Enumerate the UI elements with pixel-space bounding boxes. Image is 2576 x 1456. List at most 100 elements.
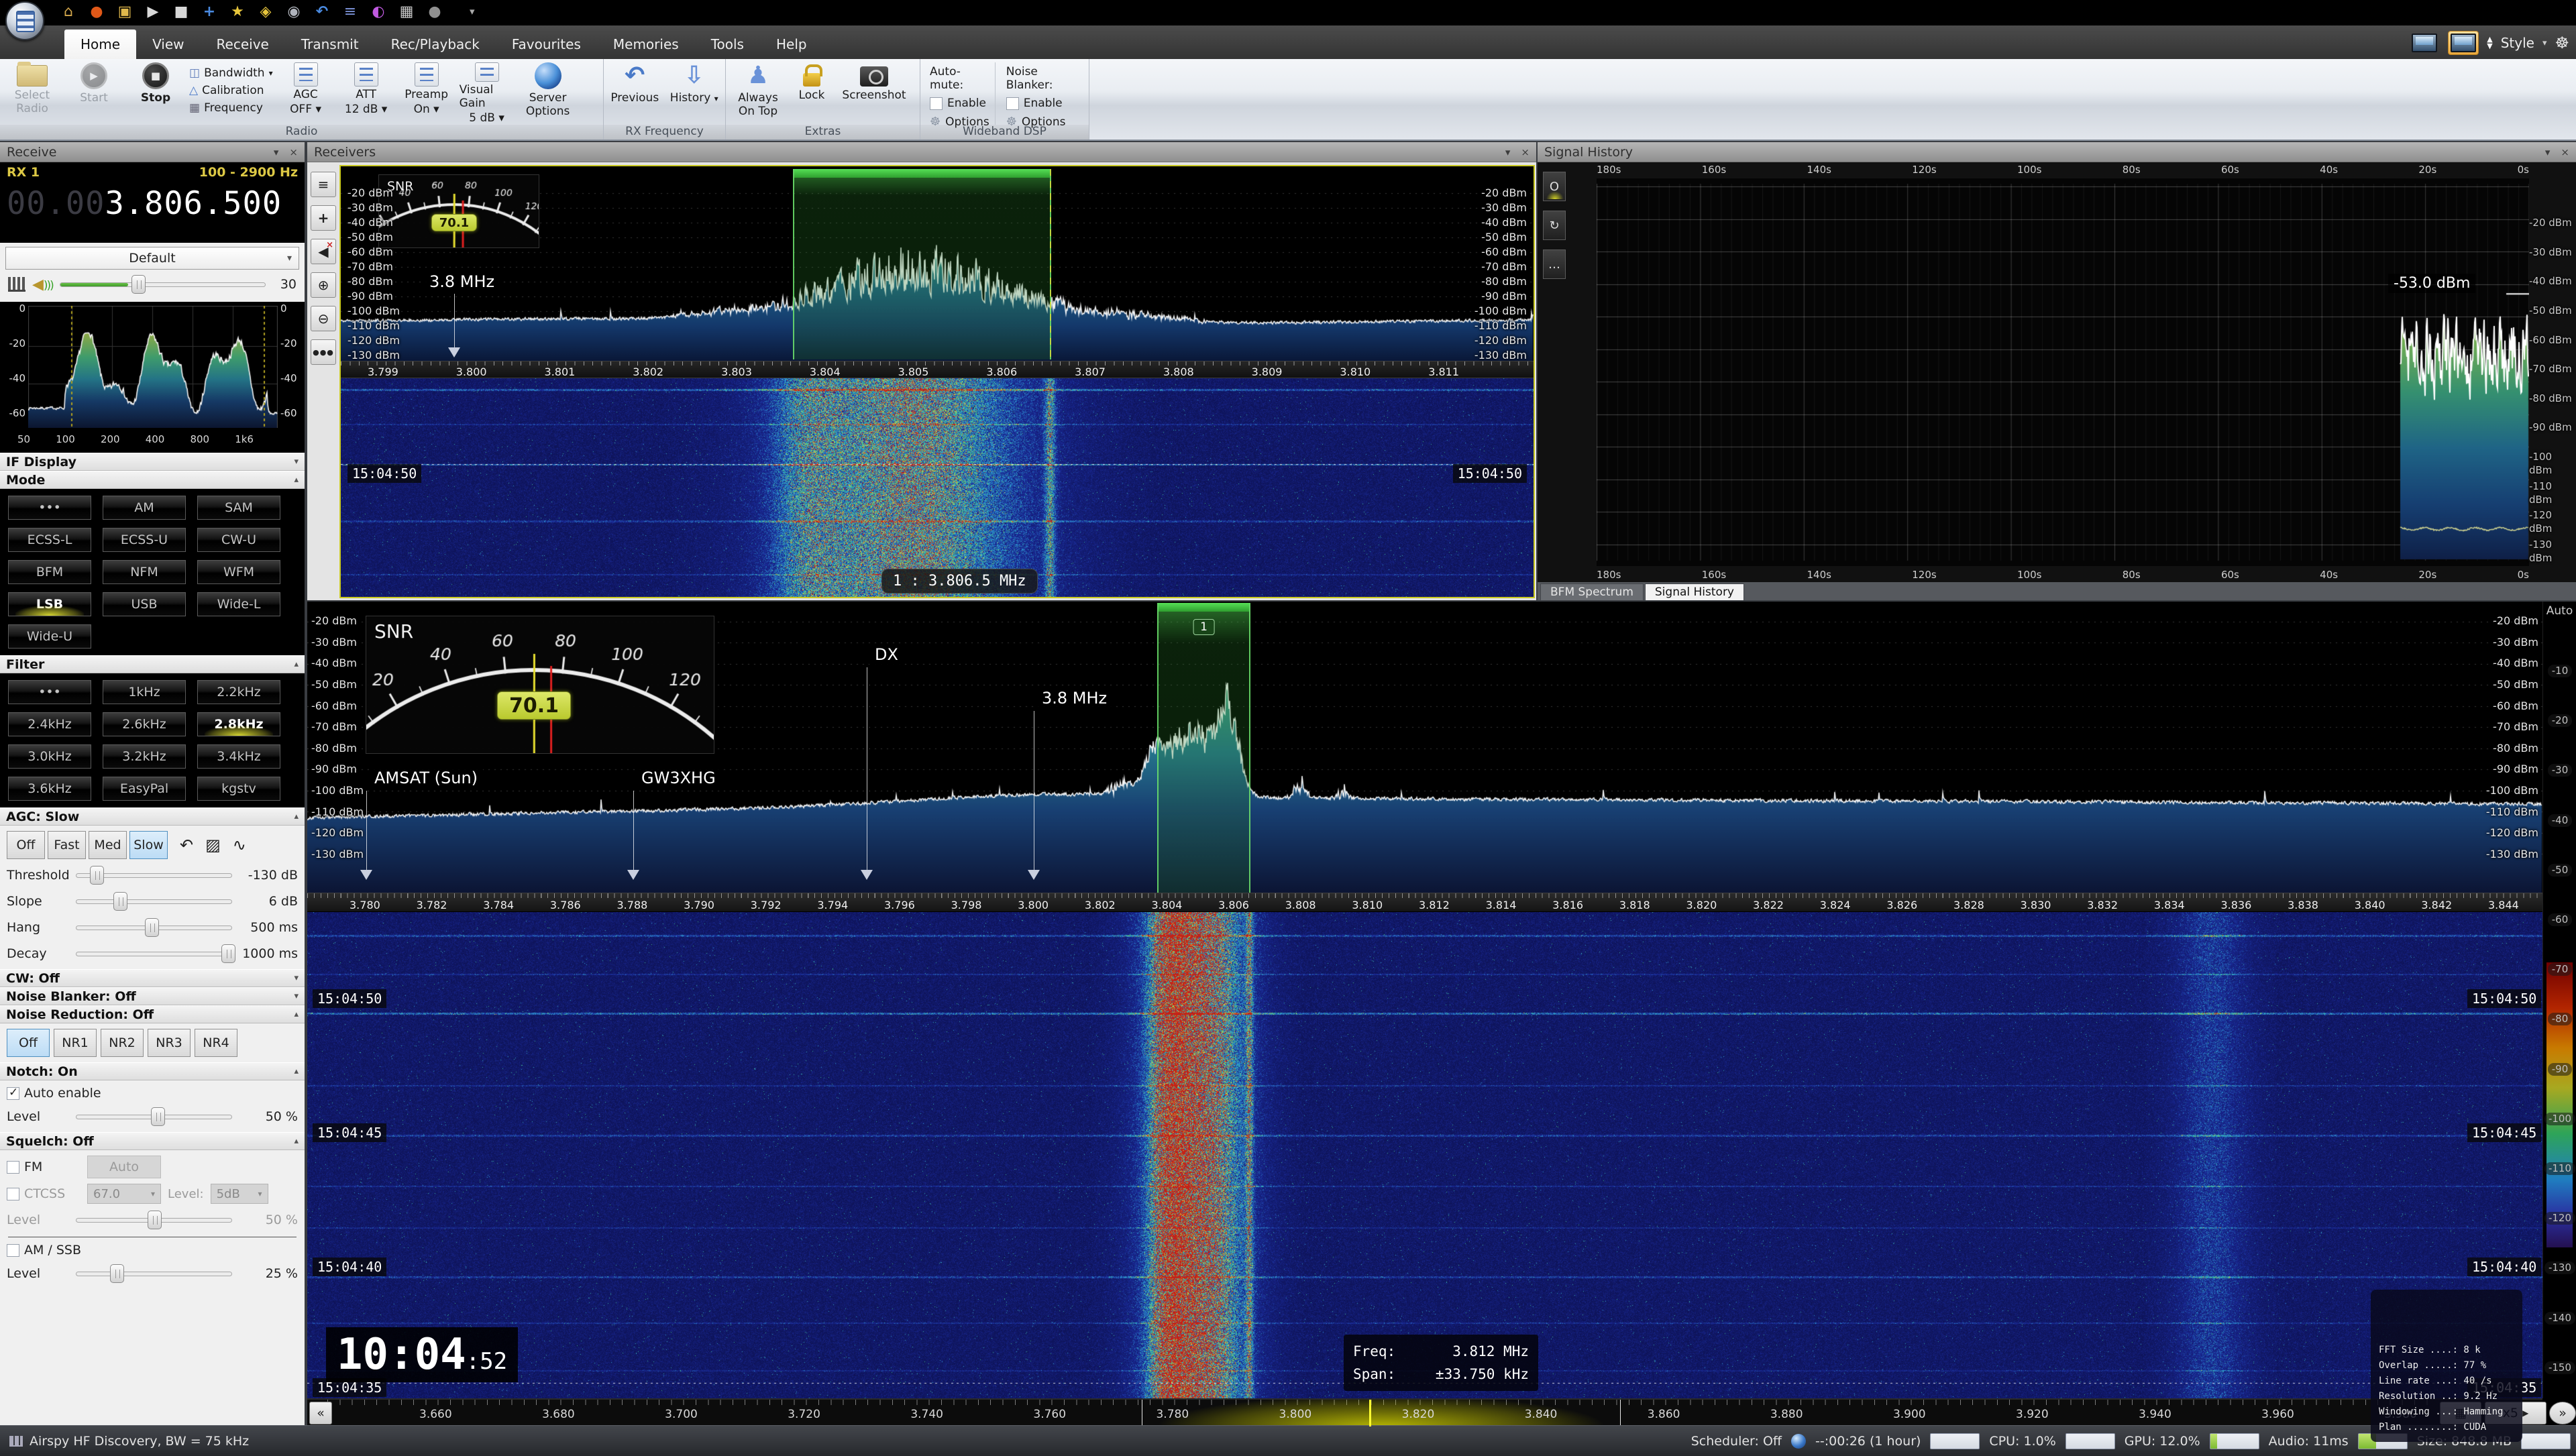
frequency-display[interactable]: RX 1 100 - 2900 Hz 00.003.806.500 [0, 162, 305, 243]
toolbar-icon[interactable]: ▦ [397, 3, 416, 21]
volume-slider[interactable] [60, 274, 266, 294]
auto-enable-checkbox[interactable]: Auto enable [7, 1086, 298, 1101]
section-noise-blanker[interactable]: Noise Blanker: Off▾ [0, 987, 305, 1005]
bandwidth-button[interactable]: ◫Bandwidth▾ [189, 66, 273, 80]
more-icon[interactable]: … [1543, 249, 1566, 279]
notch-level-slider[interactable] [76, 1107, 232, 1127]
add-receiver-icon[interactable]: + [311, 205, 336, 231]
lock-button[interactable]: Lock [792, 62, 832, 125]
image-icon[interactable]: ▨ [205, 836, 221, 854]
scale-auto-label[interactable]: Auto [2543, 604, 2576, 618]
section-agc[interactable]: AGC: Slow▴ [0, 807, 305, 826]
always-on-top-button[interactable]: ♟ AlwaysOn Top [730, 62, 786, 125]
toolbar-overflow-icon[interactable]: ▾ [470, 5, 475, 17]
nr1-button[interactable]: NR1 [54, 1029, 97, 1057]
mode-more-button[interactable]: ••• [8, 496, 91, 520]
selection-region[interactable]: 1 [1157, 603, 1250, 893]
toolbar-icon[interactable]: ■ [172, 3, 191, 21]
agc-slow-button[interactable]: Slow [129, 831, 168, 859]
am-ssb-checkbox[interactable]: AM / SSB [7, 1243, 298, 1257]
tab-signal-history[interactable]: Signal History [1645, 583, 1744, 600]
agc-med-button[interactable]: Med [89, 831, 127, 859]
threshold-slider[interactable] [76, 865, 232, 885]
slope-slider[interactable] [76, 891, 232, 911]
main-frequency-ruler[interactable]: 3.7803.7823.7843.7863.7883.7903.7923.794… [307, 893, 2542, 912]
select-radio-button[interactable]: SelectRadio [4, 62, 60, 125]
filter-easypal-button[interactable]: EasyPal [103, 777, 186, 801]
collapse-ribbon-icon[interactable]: ▲▼ [2487, 36, 2492, 50]
section-mode[interactable]: Mode▴ [0, 471, 305, 489]
main-waterfall[interactable] [307, 912, 2542, 1398]
zoom-in-icon[interactable]: ⊕ [311, 272, 336, 298]
filter-3k2-button[interactable]: 3.2kHz [103, 744, 186, 769]
mode-usb-button[interactable]: USB [103, 592, 186, 616]
agc-off-button[interactable]: Off [7, 831, 45, 859]
selection-region[interactable] [793, 169, 1051, 359]
dual-monitor-icon[interactable] [2448, 31, 2479, 55]
filter-3k0-button[interactable]: 3.0kHz [8, 744, 91, 769]
tab-view[interactable]: View [136, 30, 200, 59]
section-cw[interactable]: CW: Off▾ [0, 969, 305, 987]
toolbar-icon[interactable]: ↶ [313, 3, 331, 21]
decay-slider[interactable] [76, 944, 232, 964]
close-icon[interactable]: × [2561, 146, 2569, 158]
close-icon[interactable]: × [1521, 146, 1529, 158]
section-if-display[interactable]: IF Display▾ [0, 453, 305, 471]
tab-favourites[interactable]: Favourites [496, 30, 597, 59]
zoom-out-icon[interactable]: ⊖ [311, 306, 336, 331]
preamp-dropdown[interactable]: PreampOn ▾ [399, 62, 454, 125]
toolbar-icon[interactable]: ◐ [369, 3, 388, 21]
agc-dropdown[interactable]: AGCOFF ▾ [278, 62, 333, 125]
server-options-button[interactable]: ServerOptions [520, 62, 576, 125]
mode-wfm-button[interactable]: WFM [197, 560, 280, 584]
tab-transmit[interactable]: Transmit [285, 30, 375, 59]
audio-spectrum[interactable]: 0-20-40-60 0-20-40-60 501002004008001k6 [0, 302, 305, 453]
mode-nfm-button[interactable]: NFM [103, 560, 186, 584]
fm-checkbox[interactable]: FM [7, 1160, 80, 1174]
single-monitor-icon[interactable] [2409, 31, 2440, 55]
graph-icon[interactable]: ∿ [233, 836, 246, 854]
nr4-button[interactable]: NR4 [195, 1029, 237, 1057]
amssb-level-slider[interactable] [76, 1264, 232, 1284]
mode-cw-u-button[interactable]: CW-U [197, 528, 280, 552]
mode-lsb-button[interactable]: LSB [8, 592, 91, 616]
panel-menu-icon[interactable]: ▾ [2545, 146, 2551, 158]
hang-slider[interactable] [76, 917, 232, 938]
att-dropdown[interactable]: ATT12 dB ▾ [339, 62, 394, 125]
mode-ecss-l-button[interactable]: ECSS-L [8, 528, 91, 552]
agc-fast-button[interactable]: Fast [48, 831, 86, 859]
filter-2k2-button[interactable]: 2.2kHz [197, 680, 280, 704]
nr3-button[interactable]: NR3 [148, 1029, 191, 1057]
tab-bfm-spectrum[interactable]: BFM Spectrum [1540, 583, 1644, 600]
calibration-button[interactable]: △Calibration [189, 84, 273, 97]
filter-more-button[interactable]: ••• [8, 680, 91, 704]
mode-wide-l-button[interactable]: Wide-L [197, 592, 280, 616]
rx-frequency-ruler[interactable]: 3.7993.8003.8013.8023.8033.8043.8053.806… [341, 361, 1534, 378]
receiver-display[interactable]: -20 dBm-30 dBm-40 dBm-50 dBm-60 dBm-70 d… [339, 165, 1535, 598]
menu-icon[interactable]: ≡ [311, 172, 336, 197]
mode-sam-button[interactable]: SAM [197, 496, 280, 520]
filter-3k6-button[interactable]: 3.6kHz [8, 777, 91, 801]
noise-blanker-enable-checkbox[interactable]: Enable [1006, 97, 1079, 110]
filter-3k4-button[interactable]: 3.4kHz [197, 744, 280, 769]
style-menu[interactable]: Style [2501, 35, 2534, 51]
equalizer-icon[interactable] [8, 277, 25, 292]
section-filter[interactable]: Filter▴ [0, 655, 305, 673]
toolbar-icon[interactable]: ● [87, 3, 106, 21]
filter-2k8-button[interactable]: 2.8kHz [197, 712, 280, 736]
panel-menu-icon[interactable]: ▾ [274, 146, 279, 158]
speaker-icon[interactable]: ◀))) [32, 276, 53, 293]
settings-gear-icon[interactable]: ☸ [2555, 34, 2569, 52]
mode-am-button[interactable]: AM [103, 496, 186, 520]
toolbar-icon[interactable]: ★ [228, 3, 247, 21]
signal-history-chart[interactable] [1597, 178, 2529, 566]
mode-bfm-button[interactable]: BFM [8, 560, 91, 584]
nr-off-button[interactable]: Off [7, 1029, 50, 1057]
frequency-button[interactable]: ▦Frequency [189, 101, 273, 115]
start-button[interactable]: ▶ Start [66, 62, 122, 125]
history-button[interactable]: ⇩ History ▾ [667, 62, 722, 125]
section-squelch[interactable]: Squelch: Off▴ [0, 1132, 305, 1150]
auto-mute-enable-checkbox[interactable]: Enable [930, 97, 989, 110]
squelch-auto-button[interactable]: Auto [87, 1156, 161, 1178]
rx-waterfall[interactable] [341, 378, 1534, 597]
